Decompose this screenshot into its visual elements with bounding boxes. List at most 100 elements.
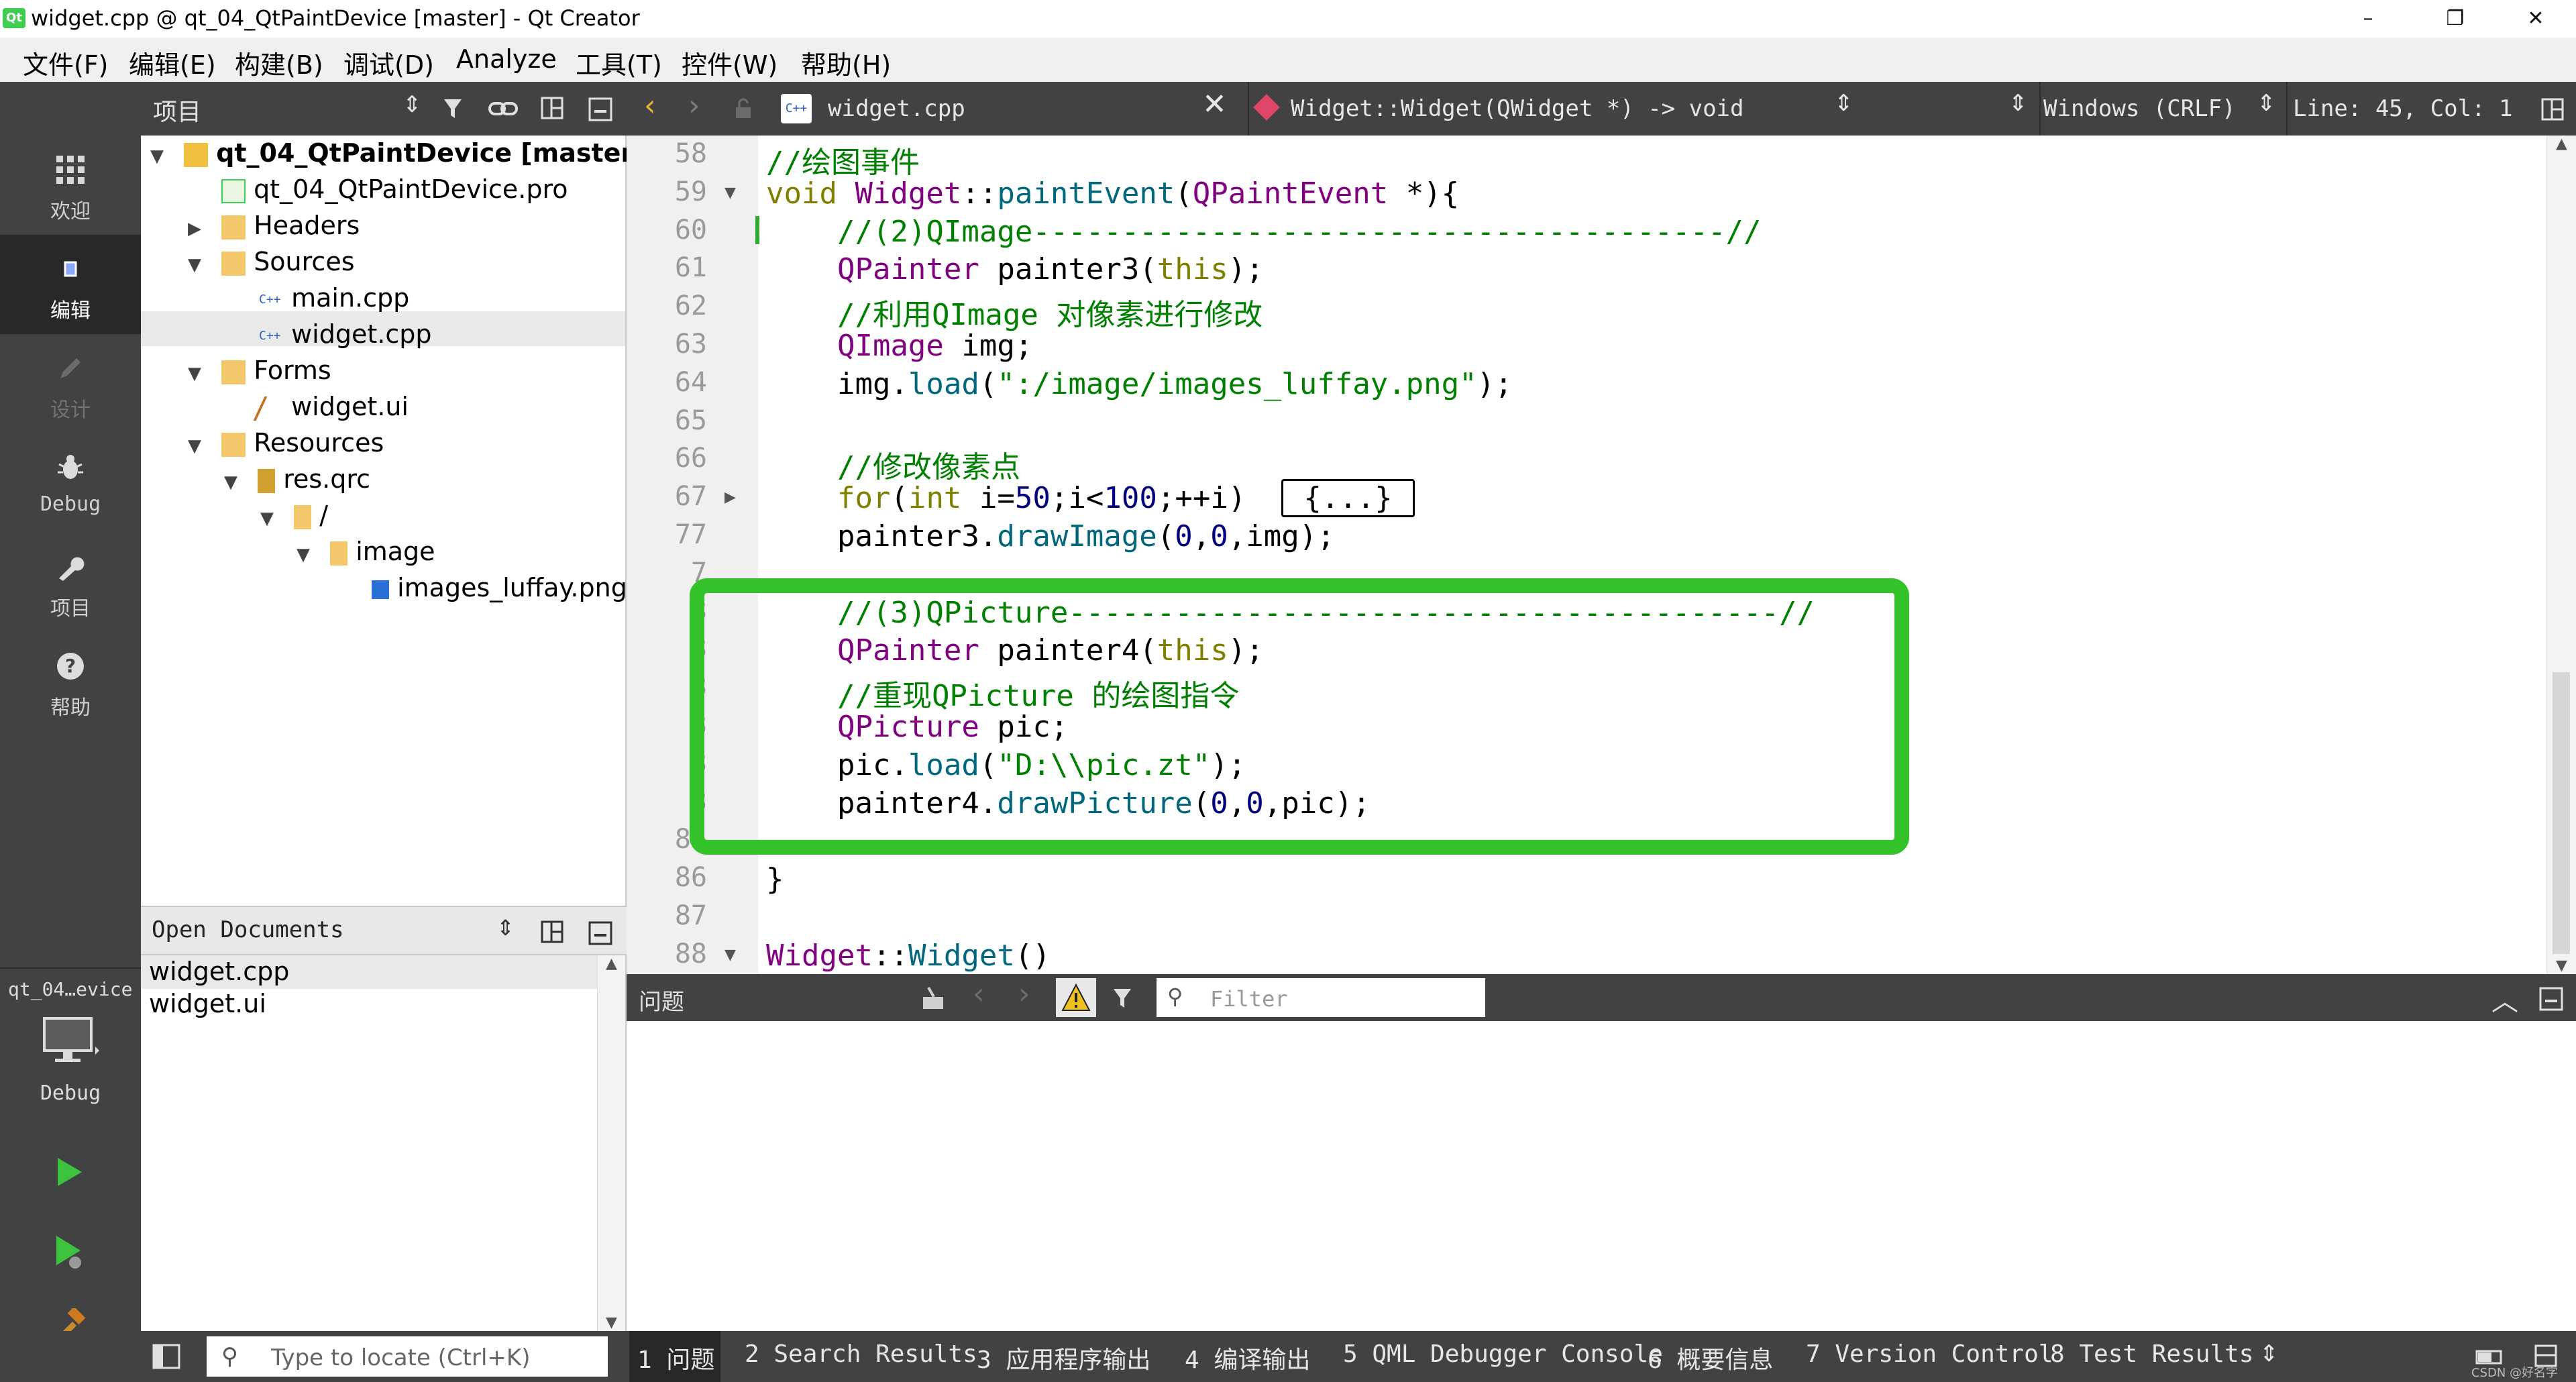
fold-marker-icon[interactable]: ▼ — [724, 947, 736, 963]
expand-arrow-icon[interactable]: ▼ — [150, 146, 164, 166]
forward-arrow-icon[interactable]: › — [688, 89, 700, 123]
mode-help[interactable]: ? 帮助 — [0, 632, 141, 731]
tree-item-project[interactable]: ▼ qt_04_QtPaintDevice [master] — [150, 138, 645, 168]
output-tab[interactable]: 5 QML Debugger Console — [1343, 1340, 1663, 1368]
editor-scrollbar[interactable]: ▲ ▼ — [2546, 136, 2576, 974]
code-line[interactable]: for(int i=50;i<100;++i) {...} — [766, 479, 1415, 518]
menu-build[interactable]: 构建(B) — [235, 44, 323, 81]
split-icon[interactable] — [2540, 97, 2567, 123]
mode-edit[interactable]: 编辑 — [0, 235, 141, 334]
tree-item-headers[interactable]: ▶ Headers — [188, 211, 360, 240]
clear-icon[interactable] — [919, 984, 950, 1013]
close-pane-icon[interactable] — [588, 97, 613, 122]
expand-arrow-icon[interactable]: ▼ — [188, 436, 201, 456]
folded-block[interactable]: {...} — [1281, 479, 1415, 518]
code-line[interactable]: QImage img; — [766, 329, 1032, 363]
open-docs-scrollbar[interactable]: ▲ ▼ — [597, 955, 625, 1331]
split-icon[interactable] — [539, 95, 566, 122]
tree-item-main-cpp[interactable]: C++ main.cpp — [259, 283, 409, 313]
tabs-select-icon[interactable]: ⇕ — [2259, 1340, 2279, 1367]
expand-arrow-icon[interactable]: ▼ — [188, 364, 201, 384]
minimize-button[interactable]: – — [2334, 3, 2402, 35]
scroll-down-arrow-icon[interactable]: ▼ — [2547, 957, 2576, 974]
code-line[interactable]: //(2)QImage-----------------------------… — [766, 215, 1762, 249]
close-button[interactable]: ✕ — [2502, 3, 2569, 35]
output-tab[interactable]: 2 Search Results — [745, 1340, 977, 1368]
expand-arrow-icon[interactable]: ▼ — [224, 472, 237, 492]
line-ending[interactable]: Windows (CRLF) — [2043, 95, 2236, 122]
current-symbol[interactable]: Widget::Widget(QWidget *) -> void — [1291, 95, 1744, 122]
output-tab[interactable]: 8 Test Results — [2050, 1340, 2253, 1368]
tree-item-forms[interactable]: ▼ Forms — [188, 356, 331, 385]
menu-help[interactable]: 帮助(H) — [801, 44, 891, 81]
run-button[interactable] — [52, 1155, 86, 1191]
code-line[interactable]: //绘图事件 — [766, 138, 920, 181]
lock-icon[interactable] — [733, 98, 755, 121]
mode-welcome[interactable]: 欢迎 — [0, 136, 141, 235]
menu-debug[interactable]: 调试(D) — [343, 44, 434, 81]
file-select-icon[interactable]: ⇕ — [1834, 90, 1854, 117]
locator-input[interactable]: ⚲ Type to locate (Ctrl+K) — [207, 1336, 608, 1377]
maximize-pane-icon[interactable]: ︿ — [2491, 979, 2518, 1018]
code-line[interactable]: painter3.drawImage(0,0,img); — [766, 519, 1335, 553]
expand-arrow-icon[interactable]: ▶ — [188, 219, 201, 239]
scroll-down-arrow-icon[interactable]: ▼ — [598, 1314, 625, 1331]
menu-controls[interactable]: 控件(W) — [682, 44, 777, 81]
next-issue-icon[interactable]: › — [1018, 977, 1030, 1011]
link-icon[interactable] — [488, 95, 518, 122]
issues-filter-input[interactable]: ⚲ Filter — [1157, 978, 1485, 1017]
mode-design[interactable]: 设计 — [0, 334, 141, 433]
scroll-thumb[interactable] — [2553, 672, 2570, 954]
tree-item-root-prefix[interactable]: ▼ / — [260, 500, 328, 530]
output-tab[interactable]: 6 概要信息 — [1648, 1340, 1773, 1375]
fold-marker-icon[interactable]: ▼ — [724, 184, 736, 201]
tree-item-pro[interactable]: qt_04_QtPaintDevice.pro — [221, 174, 568, 204]
close-pane-icon[interactable] — [588, 920, 613, 946]
mode-debug[interactable]: Debug — [0, 433, 141, 533]
output-tab[interactable]: 1 问题 — [637, 1340, 714, 1375]
cursor-position[interactable]: Line: 45, Col: 1 — [2293, 95, 2513, 122]
open-doc-item[interactable]: widget.ui — [149, 989, 266, 1018]
pane-select-icon[interactable]: ⇕ — [496, 915, 515, 941]
current-file-name[interactable]: widget.cpp — [828, 95, 965, 122]
code-line[interactable]: QPainter painter3(this); — [766, 252, 1264, 286]
mode-projects[interactable]: 项目 — [0, 533, 141, 632]
scroll-up-arrow-icon[interactable]: ▲ — [2547, 136, 2576, 152]
toggle-sidebar-icon[interactable] — [152, 1343, 181, 1370]
code-line[interactable]: void Widget::paintEvent(QPaintEvent *){ — [766, 176, 1459, 211]
expand-arrow-icon[interactable]: ▼ — [188, 255, 201, 275]
line-ending-select-icon[interactable]: ⇕ — [2257, 90, 2276, 117]
back-arrow-icon[interactable]: ‹ — [644, 89, 656, 123]
tree-item-png[interactable]: images_luffay.png — [372, 573, 627, 602]
pane-select-icon[interactable]: ⇕ — [402, 91, 422, 118]
close-file-icon[interactable]: ✕ — [1202, 87, 1227, 121]
open-doc-item[interactable]: widget.cpp — [149, 957, 289, 986]
warnings-toggle[interactable] — [1056, 978, 1096, 1017]
tree-item-resources[interactable]: ▼ Resources — [188, 428, 384, 458]
close-pane-icon[interactable] — [2538, 986, 2564, 1012]
output-tab[interactable]: 3 应用程序输出 — [977, 1340, 1150, 1375]
code-line[interactable]: //利用QImage 对像素进行修改 — [766, 290, 1263, 333]
tree-item-sources[interactable]: ▼ Sources — [188, 247, 355, 276]
filter-icon[interactable] — [1111, 985, 1138, 1012]
restore-button[interactable]: ❐ — [2422, 3, 2489, 35]
expand-arrow-icon[interactable]: ▼ — [260, 509, 274, 529]
code-line[interactable]: img.load(":/image/images_luffay.png"); — [766, 367, 1513, 401]
code-line[interactable]: //修改像素点 — [766, 443, 1020, 486]
tree-item-res-qrc[interactable]: ▼ res.qrc — [224, 464, 370, 494]
tree-item-image-folder[interactable]: ▼ image — [297, 537, 435, 566]
code-line[interactable]: } — [766, 862, 784, 896]
kit-selector[interactable] — [40, 1014, 101, 1071]
menu-tools[interactable]: 工具(T) — [576, 44, 662, 81]
fold-marker-icon[interactable]: ▶ — [724, 489, 736, 506]
debug-run-button[interactable] — [52, 1233, 86, 1273]
menu-edit[interactable]: 编辑(E) — [129, 44, 216, 81]
expand-arrow-icon[interactable]: ▼ — [297, 545, 310, 565]
output-tab[interactable]: 7 Version Control — [1806, 1340, 2053, 1368]
tree-item-widget-ui[interactable]: widget.ui — [253, 392, 409, 421]
output-tab[interactable]: 4 编译输出 — [1185, 1340, 1310, 1375]
menu-file[interactable]: 文件(F) — [23, 44, 109, 81]
prev-issue-icon[interactable]: ‹ — [973, 977, 985, 1011]
symbol-select-icon[interactable]: ⇕ — [2008, 90, 2028, 117]
split-icon[interactable] — [539, 919, 566, 946]
